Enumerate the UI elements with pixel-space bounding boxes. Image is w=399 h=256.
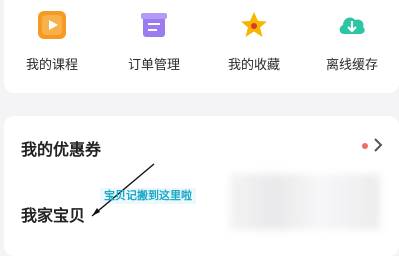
blurred-content xyxy=(230,174,380,230)
offline-cache-button[interactable]: 离线缓存 xyxy=(312,0,392,90)
course-play-icon xyxy=(38,11,66,39)
notification-dot xyxy=(362,143,368,149)
my-courses-label: 我的课程 xyxy=(25,58,78,73)
offline-cache-label: 离线缓存 xyxy=(325,58,378,73)
order-management-label: 订单管理 xyxy=(127,58,180,73)
profile-sections-card: 我的优惠券 宝贝记搬到这里啦 我家宝贝 xyxy=(4,116,399,256)
my-favorites-button[interactable]: 我的收藏 xyxy=(214,0,294,90)
my-courses-button[interactable]: 我的课程 xyxy=(12,0,92,90)
download-cloud-icon xyxy=(339,17,365,34)
my-baby-title[interactable]: 我家宝贝 xyxy=(21,202,85,226)
chevron-right-icon[interactable] xyxy=(372,137,384,153)
quick-actions-card: 我的课程 订单管理 我的收藏 离线缓存 xyxy=(4,0,399,93)
star-icon xyxy=(241,12,267,37)
my-favorites-label: 我的收藏 xyxy=(227,58,280,73)
coupon-title[interactable]: 我的优惠券 xyxy=(21,136,101,160)
order-doc-icon xyxy=(141,13,167,37)
annotation-text: 宝贝记搬到这里啦 xyxy=(100,188,196,204)
order-management-button[interactable]: 订单管理 xyxy=(114,0,194,90)
